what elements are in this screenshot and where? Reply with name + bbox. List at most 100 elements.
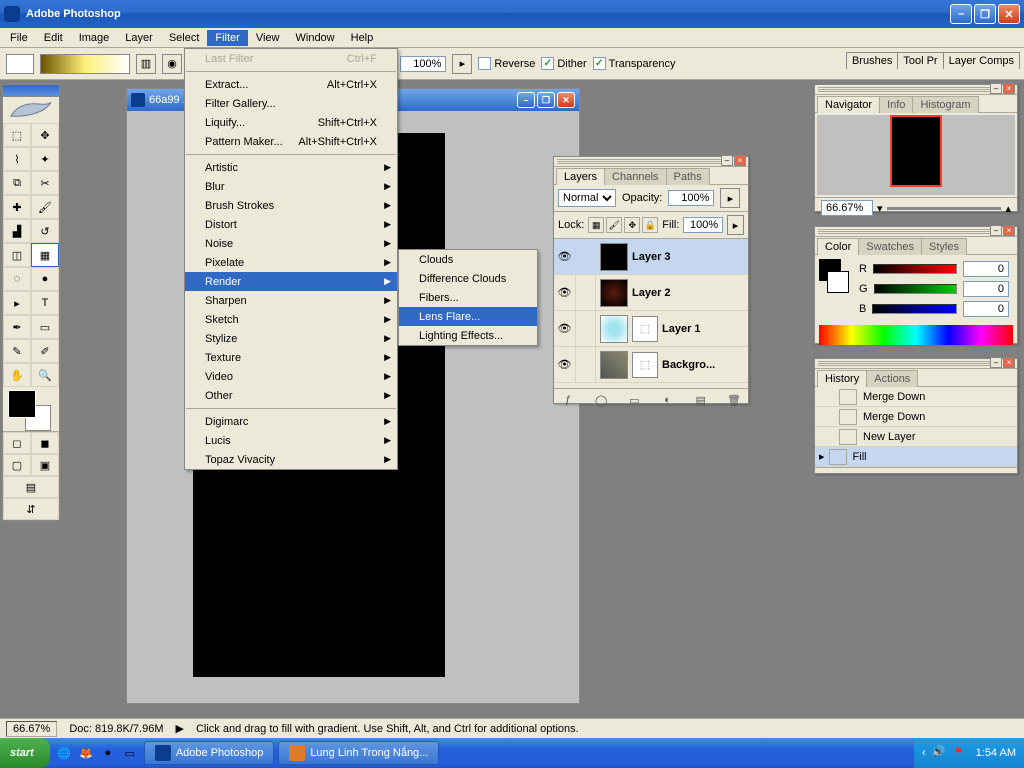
zoom-out-icon[interactable]: ▾ [877, 202, 883, 215]
opacity-value[interactable]: 100% [400, 56, 446, 72]
menu-sharpen[interactable]: Sharpen [185, 291, 397, 310]
menu-window[interactable]: Window [288, 30, 343, 46]
menu-blur[interactable]: Blur [185, 177, 397, 196]
blend-mode-select[interactable]: Normal [558, 189, 616, 207]
menu-layer[interactable]: Layer [117, 30, 161, 46]
layer-row[interactable]: 👁 ⬚ Layer 1 [554, 311, 748, 347]
tab-actions[interactable]: Actions [866, 370, 918, 387]
menu-distort[interactable]: Distort [185, 215, 397, 234]
tool-preset-swatch[interactable] [6, 54, 34, 74]
palette-close-button[interactable]: × [1003, 357, 1015, 368]
dither-checkbox[interactable]: ✓Dither [541, 57, 586, 70]
quicklaunch-ie-icon[interactable]: 🌐 [54, 743, 74, 763]
tool-history-brush[interactable]: ↺ [31, 219, 59, 243]
menu-difference-clouds[interactable]: Difference Clouds [399, 269, 537, 288]
minimize-button[interactable]: – [950, 4, 972, 24]
reverse-checkbox[interactable]: Reverse [478, 57, 535, 70]
tab-navigator[interactable]: Navigator [817, 96, 880, 113]
menu-video[interactable]: Video [185, 367, 397, 386]
layer-style-icon[interactable]: ƒ [560, 392, 576, 408]
g-value[interactable]: 0 [963, 281, 1009, 297]
layer-row[interactable]: 👁 Layer 3 [554, 239, 748, 275]
tab-info[interactable]: Info [879, 96, 913, 113]
toolbox-drag-handle[interactable] [3, 85, 59, 97]
tray-expand-icon[interactable]: ‹ [922, 747, 926, 759]
layer-thumb[interactable] [600, 351, 628, 379]
menu-topaz[interactable]: Topaz Vivacity [185, 450, 397, 469]
tab-layers[interactable]: Layers [556, 168, 605, 185]
zoom-value[interactable]: 66.67% [821, 200, 873, 216]
screen-full[interactable]: ▤ [3, 476, 59, 498]
tool-blur[interactable]: ◌ [3, 267, 31, 291]
menu-brush-strokes[interactable]: Brush Strokes [185, 196, 397, 215]
tool-dodge[interactable]: ● [31, 267, 59, 291]
tool-hand[interactable]: ✋ [3, 363, 31, 387]
navigator-preview[interactable] [817, 115, 1015, 195]
menu-liquify[interactable]: Liquify...Shift+Ctrl+X [185, 113, 397, 132]
fill-flyout[interactable]: ▸ [727, 215, 744, 235]
gradient-type-linear[interactable]: ▥ [136, 54, 156, 74]
tool-healing[interactable]: ✚ [3, 195, 31, 219]
tab-swatches[interactable]: Swatches [858, 238, 922, 255]
tray-icon[interactable]: 🔊 [932, 745, 948, 761]
maximize-button[interactable]: ❐ [974, 4, 996, 24]
b-slider[interactable] [872, 304, 957, 314]
tool-lasso[interactable]: ⌇ [3, 147, 31, 171]
menu-other[interactable]: Other [185, 386, 397, 405]
layer-mask-thumb[interactable]: ⬚ [632, 316, 658, 342]
color-bg-swatch[interactable] [827, 271, 849, 293]
layer-row[interactable]: 👁 Layer 2 [554, 275, 748, 311]
menu-filter-gallery[interactable]: Filter Gallery... [185, 94, 397, 113]
history-item[interactable]: New Layer [815, 427, 1017, 447]
history-item[interactable]: Merge Down [815, 387, 1017, 407]
layer-name[interactable]: Layer 2 [632, 287, 671, 299]
menu-lucis[interactable]: Lucis [185, 431, 397, 450]
menu-extract[interactable]: Extract...Alt+Ctrl+X [185, 75, 397, 94]
lock-paint-icon[interactable]: 🖌 [606, 217, 622, 233]
layer-thumb[interactable] [600, 315, 628, 343]
palette-tab-layer-comps[interactable]: Layer Comps [943, 52, 1020, 69]
layer-mask-icon[interactable]: ◯ [593, 392, 609, 408]
gradient-swatch[interactable] [40, 54, 130, 74]
tab-histogram[interactable]: Histogram [912, 96, 978, 113]
history-item[interactable]: ▸Fill [815, 447, 1017, 467]
menu-file[interactable]: File [2, 30, 36, 46]
palette-minimize-button[interactable]: – [990, 357, 1002, 368]
doc-maximize-button[interactable]: ❐ [537, 92, 555, 108]
layer-thumb[interactable] [600, 279, 628, 307]
doc-close-button[interactable]: ✕ [557, 92, 575, 108]
layer-opacity-flyout[interactable]: ▸ [720, 188, 740, 208]
layer-list[interactable]: 👁 Layer 3 👁 Layer 2 👁 ⬚ Layer 1 👁 ⬚ Back… [554, 239, 748, 389]
menu-pattern-maker[interactable]: Pattern Maker...Alt+Shift+Ctrl+X [185, 132, 397, 151]
mode-quickmask[interactable]: ◼ [31, 432, 59, 454]
eye-icon[interactable]: 👁 [554, 239, 576, 274]
tool-path-select[interactable]: ▸ [3, 291, 31, 315]
menu-edit[interactable]: Edit [36, 30, 71, 46]
menu-lighting-effects[interactable]: Lighting Effects... [399, 326, 537, 345]
start-button[interactable]: start [0, 738, 50, 768]
menu-render[interactable]: Render [185, 272, 397, 291]
delete-layer-icon[interactable]: 🗑 [726, 392, 742, 408]
foreground-color-swatch[interactable] [9, 391, 35, 417]
adjustment-layer-icon[interactable]: ◐ [660, 392, 676, 408]
eye-icon[interactable]: 👁 [554, 311, 576, 346]
tool-wand[interactable]: ✦ [31, 147, 59, 171]
taskbar-item-photoshop[interactable]: Adobe Photoshop [144, 741, 274, 765]
screen-full-menu[interactable]: ▣ [31, 454, 59, 476]
opacity-flyout[interactable]: ▸ [452, 54, 472, 74]
layer-thumb[interactable] [600, 243, 628, 271]
palette-minimize-button[interactable]: – [721, 155, 733, 166]
tab-styles[interactable]: Styles [921, 238, 967, 255]
b-value[interactable]: 0 [963, 301, 1009, 317]
tool-notes[interactable]: ✎ [3, 339, 31, 363]
tool-zoom[interactable]: 🔍 [31, 363, 59, 387]
tool-marquee[interactable]: ⬚ [3, 123, 31, 147]
tool-move[interactable]: ✥ [31, 123, 59, 147]
system-tray[interactable]: ‹ 🔊 ⚑ 1:54 AM [914, 738, 1024, 768]
screen-standard[interactable]: ▢ [3, 454, 31, 476]
tool-brush[interactable]: 🖌 [31, 195, 59, 219]
close-button[interactable]: ✕ [998, 4, 1020, 24]
fill-value[interactable]: 100% [683, 217, 723, 233]
tab-paths[interactable]: Paths [666, 168, 710, 185]
mode-standard[interactable]: ◻ [3, 432, 31, 454]
